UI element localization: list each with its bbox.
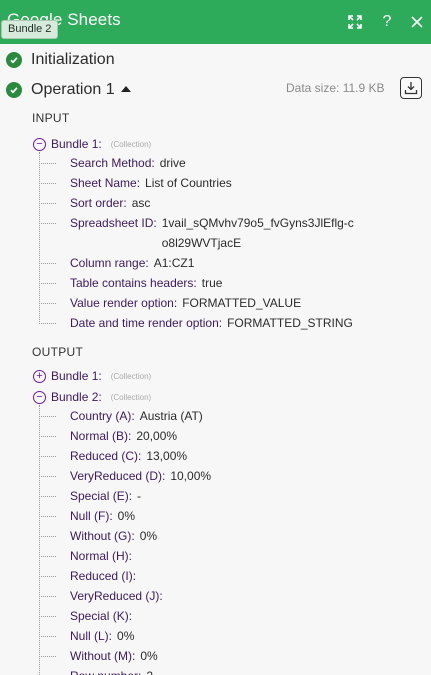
output-field: VeryReduced (J): — [39, 586, 168, 606]
output-field: Without (G): 0% — [39, 526, 157, 546]
bundle-type: (Collection) — [110, 392, 152, 402]
output-field: VeryReduced (D): 10,00% — [39, 466, 211, 486]
input-label: INPUT — [32, 111, 70, 125]
output-field: Special (K): — [39, 606, 137, 626]
input-field: Column range: A1:CZ1 — [39, 253, 194, 273]
caret-up-icon[interactable] — [120, 86, 131, 92]
tree-line — [39, 405, 40, 675]
input-bundle-1[interactable]: − Bundle 1: (Collection) — [33, 136, 151, 152]
initialization-title: Initialization — [31, 51, 115, 68]
initialization-row[interactable]: Initialization — [6, 49, 115, 71]
help-icon[interactable]: ? — [378, 13, 396, 31]
success-check-icon — [6, 82, 22, 98]
tree-line — [39, 152, 40, 324]
output-field: Normal (H): — [39, 546, 137, 566]
output-field: Reduced (C): 13,00% — [39, 446, 187, 466]
input-field: Search Method: drive — [39, 153, 186, 173]
collapse-icon[interactable]: − — [33, 390, 46, 404]
download-button[interactable] — [400, 77, 422, 99]
bundle-tooltip: Bundle 2 — [1, 20, 59, 39]
output-bundle-2[interactable]: − Bundle 2: (Collection) — [33, 389, 151, 405]
bundle-name: Bundle 2: — [51, 390, 102, 404]
output-field: Normal (B): 20,00% — [39, 426, 177, 446]
output-field: Country (A): Austria (AT) — [39, 406, 203, 426]
bundle-name: Bundle 1: — [51, 369, 102, 383]
close-icon[interactable] — [408, 13, 426, 31]
output-label: OUTPUT — [32, 345, 84, 359]
input-field: Sheet Name: List of Countries — [39, 173, 232, 193]
bundle-name: Bundle 1: — [51, 137, 102, 151]
expand-icon[interactable] — [346, 13, 364, 31]
output-bundle-1[interactable]: + Bundle 1: (Collection) — [33, 368, 151, 384]
input-field: Spreadsheet ID: 1vail_sQMvhv79o5_fvGyns3J… — [39, 213, 358, 253]
input-field: Table contains headers: true — [39, 273, 222, 293]
operation-title: Operation 1 — [31, 81, 115, 98]
input-field: Sort order: asc — [39, 193, 150, 213]
module-header: Google Sheets Bundle 2 ? — [0, 0, 431, 44]
operation-row[interactable]: Operation 1 — [6, 79, 131, 101]
input-field: Date and time render option: FORMATTED_ST… — [39, 313, 353, 333]
bundle-type: (Collection) — [110, 371, 152, 381]
output-field: Null (F): 0% — [39, 506, 135, 526]
expand-plus-icon[interactable]: + — [33, 369, 46, 383]
output-field: Reduced (I): — [39, 566, 141, 586]
collapse-icon[interactable]: − — [33, 137, 46, 151]
input-field: Value render option: FORMATTED_VALUE — [39, 293, 301, 313]
success-check-icon — [6, 52, 22, 68]
data-size: Data size: 11.9 KB — [286, 81, 385, 95]
output-field: Row number:2 — [58, 666, 153, 675]
download-icon — [404, 82, 418, 95]
output-field: Special (E): - — [39, 486, 141, 506]
output-field: Null (L): 0% — [39, 626, 134, 646]
output-field: Without (M): 0% — [39, 646, 158, 666]
bundle-type: (Collection) — [110, 139, 152, 149]
